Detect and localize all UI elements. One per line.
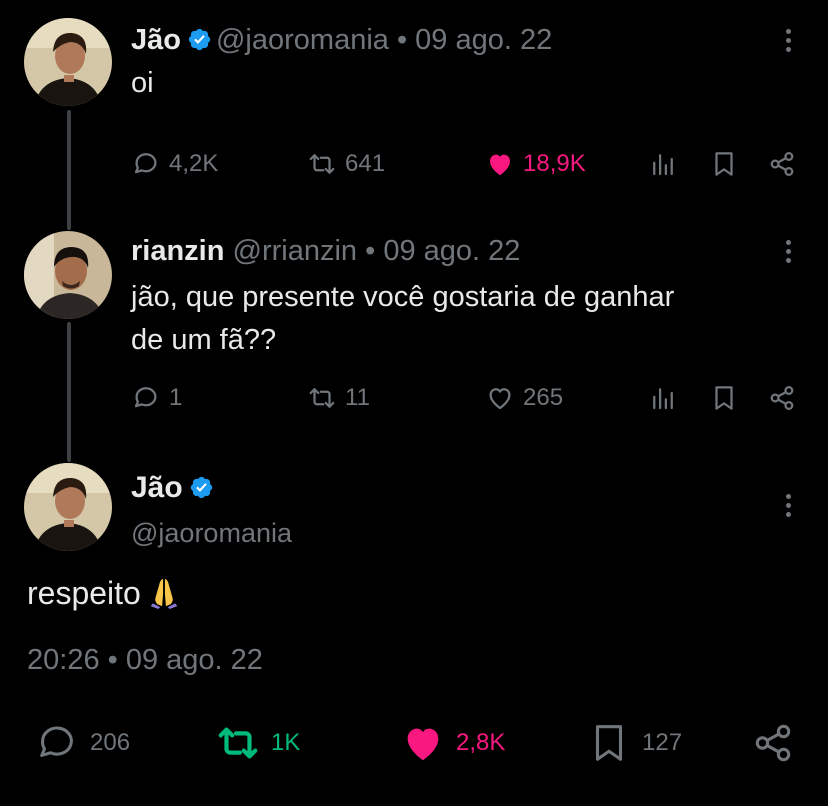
main-author-name[interactable]: Jão [131,470,218,506]
bookmark-icon [715,152,733,176]
main-timestamp[interactable]: 20:26 • 09 ago. 22 [27,642,263,678]
retweet-count: 1K [271,729,301,756]
verified-icon [188,28,211,51]
like-count: 2,8K [456,729,506,756]
like-icon [407,728,439,761]
reply-icon [134,153,157,174]
tweet1-header: Jão @jaoromania • 09 ago. 22 [131,22,552,58]
bookmark-button[interactable] [709,378,739,418]
retweet-icon [309,388,335,408]
more-icon[interactable] [778,25,798,61]
handle-date: @jaoromania • 09 ago. 22 [215,24,553,56]
handle-date: @rrianzin • 09 ago. 22 [232,235,521,267]
thread-line [67,322,71,462]
bookmark-icon [715,386,733,410]
avatar-jao[interactable] [24,18,112,106]
reply-button[interactable]: 206 [34,718,130,768]
retweet-count: 641 [345,150,386,177]
views-icon [653,154,673,176]
share-button[interactable] [750,718,796,768]
like-icon [490,154,510,176]
tweet2-actions: 1 11 265 [131,378,801,418]
like-icon [489,388,511,410]
author-name[interactable]: Jão [131,24,181,56]
folded-hands-emoji [150,578,178,609]
main-text-content: respeito [27,575,141,611]
tweet2-text-line1: jão, que presente você gostaria de ganha… [131,281,675,313]
share-icon [770,151,794,177]
reply-icon [134,387,157,408]
tweet1-actions: 4,2K 641 18,9K [131,144,801,184]
share-button[interactable] [767,144,797,184]
views-button[interactable] [648,144,678,184]
avatar-rianzin[interactable] [24,231,112,319]
main-actions: 206 1K 2,8K 127 [0,718,828,768]
share-button[interactable] [767,378,797,418]
author-name[interactable]: rianzin [131,235,224,267]
tweet2-header: rianzin @rrianzin • 09 ago. 22 [131,233,520,269]
reply-count: 206 [90,729,131,756]
bookmark-icon [595,725,623,761]
bookmark-count: 127 [642,729,683,756]
bookmark-button[interactable] [709,144,739,184]
verified-icon [190,476,212,499]
like-count: 265 [523,384,564,411]
author-name[interactable]: Jão [131,471,183,504]
reply-icon [40,726,73,757]
reply-count: 4,2K [169,150,219,177]
retweet-icon [309,154,335,174]
retweet-button[interactable]: 1K [215,718,300,768]
like-count: 18,9K [523,150,586,177]
reply-button[interactable]: 4,2K [131,144,218,184]
views-button[interactable] [648,378,678,418]
retweet-button[interactable]: 641 [307,144,385,184]
retweet-button[interactable]: 11 [307,378,370,418]
like-button[interactable]: 18,9K [485,144,586,184]
main-tweet-text: respeito [27,572,181,614]
views-icon [653,388,673,410]
more-icon[interactable] [778,490,798,526]
main-handle[interactable]: @jaoromania [131,515,292,551]
like-button[interactable]: 2,8K [400,718,505,768]
retweet-count: 11 [345,384,370,411]
tweet2-text-line2: de um fã?? [131,324,277,356]
tweet1-text: oi [131,67,154,99]
bookmark-button[interactable]: 127 [586,718,682,768]
share-icon [755,724,791,762]
retweet-icon [218,727,258,759]
share-icon [770,385,794,411]
reply-button[interactable]: 1 [131,378,182,418]
avatar-jao-main[interactable] [24,463,112,551]
thread-line [67,110,71,230]
reply-count: 1 [169,384,183,411]
more-icon[interactable] [778,236,798,272]
like-button[interactable]: 265 [485,378,563,418]
